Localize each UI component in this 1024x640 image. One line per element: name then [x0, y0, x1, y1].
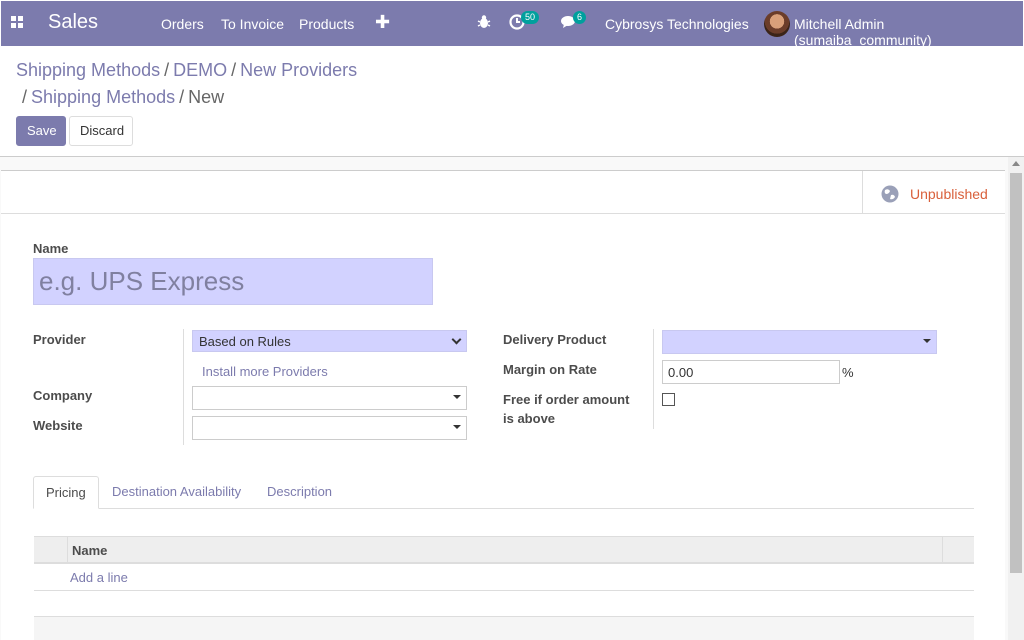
- apps-menu-icon[interactable]: [11, 16, 23, 28]
- margin-on-rate-label: Margin on Rate: [503, 362, 597, 377]
- delivery-product-label: Delivery Product: [503, 332, 607, 347]
- table-row: Add a line: [34, 564, 974, 591]
- table-header: Name: [34, 536, 974, 564]
- company-label: Company: [33, 388, 93, 403]
- scrollbar-thumb[interactable]: [1010, 173, 1022, 573]
- free-over-checkbox[interactable]: [662, 393, 675, 406]
- user-avatar[interactable]: [764, 11, 790, 37]
- caret-down-icon: [923, 339, 931, 343]
- header-select-cell: [34, 537, 68, 563]
- company-switcher[interactable]: Cybrosys Technologies: [605, 16, 749, 32]
- delivery-product-select[interactable]: [662, 330, 937, 354]
- provider-select[interactable]: Based on Rules: [192, 330, 467, 352]
- save-button[interactable]: Save: [16, 116, 66, 146]
- scroll-up-arrow-icon[interactable]: [1012, 161, 1020, 166]
- table-row: [34, 591, 974, 617]
- percent-unit: %: [842, 365, 854, 380]
- message-count-badge: 6: [573, 11, 587, 24]
- chevron-down-icon: [451, 334, 462, 345]
- install-providers-link[interactable]: Install more Providers: [202, 364, 328, 379]
- activity-count-badge: 50: [521, 11, 540, 24]
- provider-label: Provider: [33, 332, 86, 347]
- menu-orders[interactable]: Orders: [161, 16, 204, 32]
- caret-down-icon: [453, 395, 461, 399]
- menu-products[interactable]: Products: [299, 16, 354, 32]
- breadcrumb-current: New: [188, 87, 225, 107]
- activity-clock-icon[interactable]: 50: [509, 11, 540, 33]
- vertical-scrollbar[interactable]: [1008, 157, 1024, 640]
- add-line-link[interactable]: Add a line: [70, 570, 128, 585]
- tab-pricing[interactable]: Pricing: [33, 476, 99, 509]
- margin-on-rate-input[interactable]: [662, 360, 840, 384]
- quick-create-plus-icon[interactable]: ✚: [375, 12, 390, 33]
- website-select[interactable]: [192, 416, 467, 440]
- breadcrumb-separator: /: [231, 60, 237, 80]
- name-input[interactable]: [33, 258, 433, 305]
- globe-icon: [881, 185, 899, 203]
- free-over-label: Free if order amount: [503, 392, 630, 407]
- breadcrumb-shipping-methods-2[interactable]: Shipping Methods: [31, 87, 175, 107]
- publish-toggle-button[interactable]: Unpublished: [862, 171, 1005, 214]
- top-navbar: Sales Orders To Invoice Products ✚ 50 6 …: [1, 1, 1023, 48]
- tab-description[interactable]: Description: [255, 476, 344, 509]
- free-over-label-2: is above: [503, 411, 556, 426]
- messages-chat-icon[interactable]: 6: [561, 11, 587, 33]
- company-select[interactable]: [192, 386, 467, 410]
- header-trash-cell: [942, 537, 974, 563]
- website-label: Website: [33, 418, 83, 433]
- breadcrumb-separator: /: [22, 87, 28, 107]
- breadcrumb-line-2: / Shipping Methods / New: [18, 87, 224, 108]
- discard-button[interactable]: Discard: [69, 116, 133, 146]
- publish-status-label: Unpublished: [910, 186, 988, 202]
- table-footer: [34, 617, 974, 640]
- user-menu[interactable]: Mitchell Admin (sumaiba_community): [794, 16, 1023, 48]
- caret-down-icon: [453, 425, 461, 429]
- app-name[interactable]: Sales: [48, 11, 98, 34]
- form-status-bar: Unpublished: [1, 171, 1005, 214]
- breadcrumb-shipping-methods[interactable]: Shipping Methods: [16, 60, 160, 80]
- field-divider: [183, 329, 184, 445]
- tab-destination-availability[interactable]: Destination Availability: [100, 476, 253, 509]
- menu-to-invoice[interactable]: To Invoice: [221, 16, 284, 32]
- breadcrumb: Shipping Methods / DEMO / New Providers: [16, 60, 357, 81]
- name-label: Name: [33, 241, 69, 256]
- provider-select-value: Based on Rules: [199, 334, 291, 349]
- breadcrumb-separator: /: [164, 60, 170, 80]
- breadcrumb-separator: /: [179, 87, 185, 107]
- column-header-name[interactable]: Name: [72, 543, 107, 558]
- form-sheet: Unpublished Name Provider Based on Rules…: [1, 170, 1005, 640]
- breadcrumb-new-providers[interactable]: New Providers: [240, 60, 357, 80]
- field-divider: [653, 329, 654, 429]
- debug-bug-icon[interactable]: [477, 14, 491, 30]
- breadcrumb-demo[interactable]: DEMO: [173, 60, 227, 80]
